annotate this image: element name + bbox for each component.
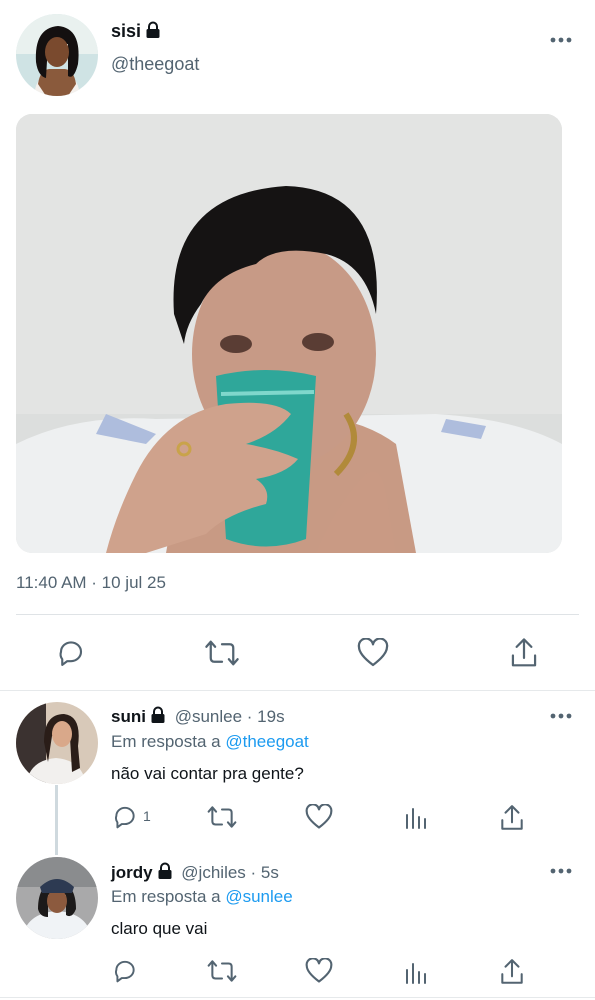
reply-text: não vai contar pra gente? [111,764,304,783]
handle[interactable]: @theegoat [111,54,199,75]
display-name[interactable]: jordy [111,863,153,882]
reply-prefix: Em resposta a [111,887,221,906]
display-name-row[interactable]: sisi [111,21,161,44]
handle[interactable]: @jchiles [181,863,246,882]
reply-time[interactable]: · 19s [247,707,285,726]
divider [0,690,595,691]
lock-icon [145,21,161,44]
handle[interactable]: @sunlee [175,707,242,726]
reply-icon[interactable] [112,804,138,830]
reply-icon[interactable] [56,638,86,668]
share-icon[interactable] [499,804,525,832]
heart-icon[interactable] [305,804,333,830]
reply-time[interactable]: · 5s [251,863,279,882]
reply-prefix: Em resposta a [111,732,221,751]
tweet-photo [16,114,562,553]
avatar[interactable] [16,702,98,784]
tweet-timestamp[interactable]: 11:40 AM · 10 jul 25 [16,573,166,593]
reply-text: claro que vai [111,919,208,938]
divider [16,614,579,615]
more-options-icon[interactable] [550,36,572,44]
heart-icon[interactable] [357,638,389,668]
retweet-icon[interactable] [207,804,237,830]
share-icon[interactable] [499,958,525,986]
retweet-icon[interactable] [204,638,240,668]
avatar-image [16,857,98,939]
share-icon[interactable] [509,637,539,669]
avatar[interactable] [16,14,98,96]
analytics-icon[interactable] [404,805,428,829]
avatar-image [16,702,98,784]
lock-icon [150,706,166,729]
display-name[interactable]: sisi [111,21,141,41]
retweet-icon[interactable] [207,958,237,984]
more-options-icon[interactable] [550,867,572,875]
avatar[interactable] [16,857,98,939]
display-name[interactable]: suni [111,707,146,726]
tweet-media[interactable] [16,114,562,553]
reply-context: Em resposta a @theegoat [111,732,309,752]
analytics-icon[interactable] [404,960,428,984]
avatar-image [16,14,98,96]
reply-header[interactable]: jordy @jchiles · 5s [111,862,279,885]
lock-icon [157,862,173,885]
reply-context: Em resposta a @sunlee [111,887,293,907]
reply-header[interactable]: suni @sunlee · 19s [111,706,285,729]
reply-count: 1 [143,808,151,824]
thread-line [55,785,58,855]
divider [0,997,595,998]
reply-target-link[interactable]: @theegoat [225,732,308,751]
reply-icon[interactable] [112,958,138,984]
heart-icon[interactable] [305,958,333,984]
reply-target-link[interactable]: @sunlee [225,887,292,906]
more-options-icon[interactable] [550,712,572,720]
